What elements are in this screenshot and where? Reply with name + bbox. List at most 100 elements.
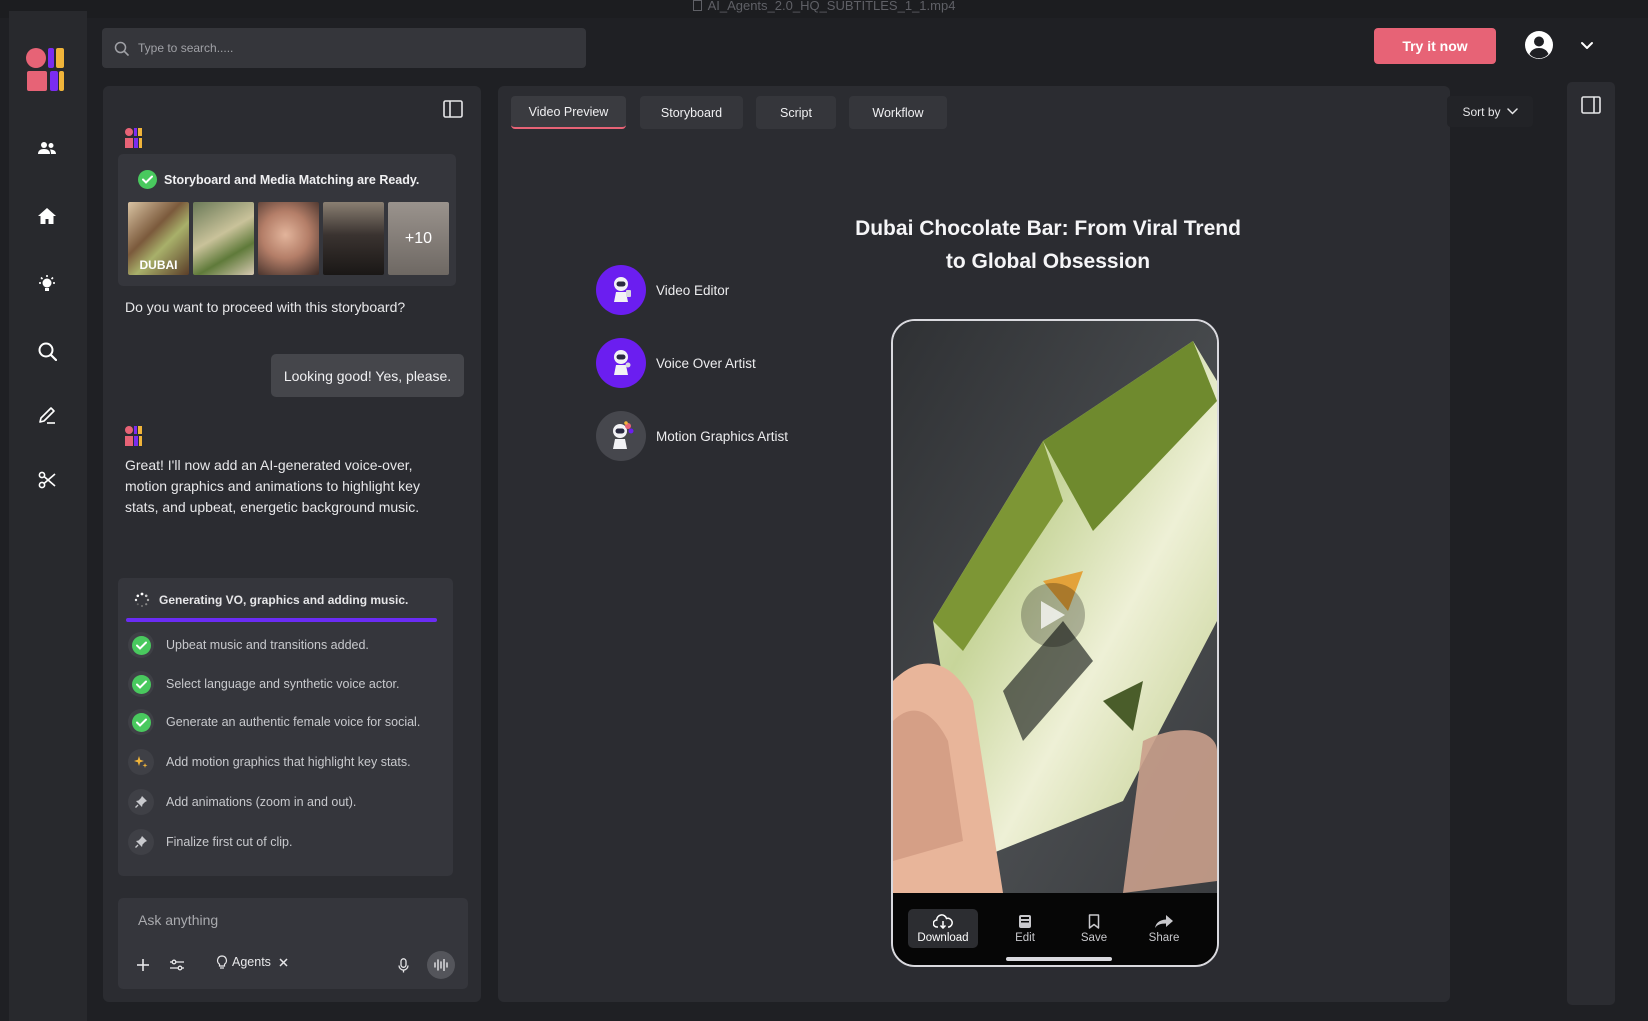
chat-panel: Storyboard and Media Matching are Ready.… [103, 86, 481, 1002]
agents-chip[interactable]: Agents [216, 955, 288, 969]
file-icon [692, 0, 702, 11]
spinner-icon [134, 592, 150, 607]
storyboard-thumbnail[interactable] [323, 202, 384, 275]
step-done-icon [128, 671, 154, 697]
agent-motion-graphics-artist[interactable]: Motion Graphics Artist [596, 411, 788, 461]
user-message: Looking good! Yes, please. [271, 354, 464, 397]
download-label: Download [917, 931, 969, 944]
sidebar-toggle-icon[interactable] [443, 100, 463, 118]
people-icon[interactable] [35, 136, 59, 160]
generation-progress-card: Generating VO, graphics and adding music… [118, 578, 453, 876]
step-label: Generate an authentic female voice for s… [166, 715, 421, 729]
pin-icon [128, 829, 154, 855]
storyboard-thumbnail-more[interactable]: +10 [388, 202, 449, 275]
sort-by-label: Sort by [1462, 104, 1501, 119]
share-button[interactable]: Share [1134, 909, 1194, 948]
tab-workflow[interactable]: Workflow [849, 96, 947, 129]
bookmark-icon [1088, 913, 1100, 929]
ready-status: Storyboard and Media Matching are Ready. [138, 170, 419, 189]
assistant-reply: Great! I'll now add an AI-generated voic… [125, 457, 420, 515]
close-icon[interactable] [279, 957, 288, 967]
storyboard-thumbnail[interactable] [193, 202, 254, 275]
pin-icon [128, 789, 154, 815]
storyboard-thumbnail[interactable] [258, 202, 319, 275]
agents-chip-label: Agents [232, 955, 271, 969]
agent-video-editor[interactable]: Video Editor [596, 265, 729, 315]
lightbulb-icon [216, 955, 228, 969]
play-icon [1041, 601, 1065, 629]
user-avatar-icon[interactable] [1524, 30, 1554, 60]
chat-input[interactable] [138, 912, 438, 928]
left-nav-rail [9, 11, 87, 1021]
tab-storyboard[interactable]: Storyboard [640, 96, 743, 129]
astronaut-avatar-icon [596, 411, 646, 461]
phone-action-bar: Download Edit Save Share [893, 893, 1217, 965]
step-label: Select language and synthetic voice acto… [166, 677, 400, 691]
share-icon [1155, 914, 1173, 928]
video-title-line: to Global Obsession [945, 250, 1151, 273]
agent-label: Video Editor [656, 282, 730, 298]
video-preview-panel: Video Preview Storyboard Script Workflow… [498, 86, 1533, 1002]
edit-icon[interactable] [35, 403, 59, 427]
edit-label: Edit [1015, 931, 1035, 944]
assistant-avatar-icon [125, 426, 142, 446]
video-title-line: Dubai Chocolate Bar: From Viral Trend [855, 217, 1241, 240]
step-label: Add animations (zoom in and out). [166, 795, 357, 809]
add-icon[interactable] [134, 956, 152, 974]
settings-sliders-icon[interactable] [168, 956, 186, 974]
waveform-icon [434, 959, 448, 971]
assistant-avatar-icon [125, 128, 142, 148]
storyboard-ready-card: Storyboard and Media Matching are Ready.… [118, 154, 456, 286]
phone-preview: Download Edit Save Share [891, 319, 1219, 967]
step-item[interactable]: Generate an authentic female voice for s… [128, 709, 420, 735]
chat-composer: Agents [118, 898, 468, 989]
save-button[interactable]: Save [1064, 909, 1124, 948]
search-icon[interactable] [35, 339, 59, 363]
step-label: Upbeat music and transitions added. [166, 638, 369, 652]
voice-mode-button[interactable] [427, 951, 455, 979]
app-logo [26, 48, 64, 91]
home-indicator [1006, 957, 1112, 961]
edit-button[interactable]: Edit [995, 909, 1055, 948]
global-search[interactable] [102, 28, 586, 68]
tab-script[interactable]: Script [756, 96, 836, 129]
agent-label: Motion Graphics Artist [656, 428, 789, 444]
search-input[interactable] [138, 41, 538, 55]
window-title: AI_Agents_2.0_HQ_SUBTITLES_1_1.mp4 [707, 0, 956, 13]
download-button[interactable]: Download [908, 909, 978, 948]
try-it-now-button[interactable]: Try it now [1374, 28, 1496, 64]
thumbnail-caption: DUBAI [139, 258, 178, 272]
step-label: Finalize first cut of clip. [166, 835, 293, 849]
storyboard-thumbnail[interactable]: DUBAI [128, 202, 189, 275]
lightbulb-icon[interactable] [35, 272, 59, 296]
sort-by-dropdown[interactable]: Sort by [1447, 96, 1533, 127]
agent-label: Voice Over Artist [656, 355, 756, 371]
save-label: Save [1080, 931, 1108, 944]
step-item[interactable]: Add motion graphics that highlight key s… [128, 749, 411, 775]
window-titlebar: AI_Agents_2.0_HQ_SUBTITLES_1_1.mp4 [0, 0, 1648, 18]
microphone-icon[interactable] [394, 956, 412, 974]
step-item[interactable]: Upbeat music and transitions added. [128, 632, 369, 658]
astronaut-avatar-icon [596, 265, 646, 315]
sparkle-icon [128, 749, 154, 775]
tab-video-preview[interactable]: Video Preview [511, 96, 626, 129]
home-icon[interactable] [35, 204, 59, 228]
check-icon [138, 170, 157, 189]
cloud-download-icon [933, 913, 953, 929]
agent-voice-over-artist[interactable]: Voice Over Artist [596, 338, 756, 388]
play-button[interactable] [1021, 583, 1085, 647]
edit-icon [1019, 914, 1031, 928]
astronaut-avatar-icon [596, 338, 646, 388]
sidebar-toggle-icon[interactable] [1581, 96, 1601, 114]
video-title: Dubai Chocolate Bar: From Viral Trend to… [798, 212, 1298, 278]
right-side-panel [1567, 82, 1615, 1005]
step-label: Add motion graphics that highlight key s… [166, 755, 411, 769]
scissors-icon[interactable] [35, 468, 59, 492]
step-done-icon [128, 632, 154, 658]
assistant-question: Do you want to proceed with this storybo… [125, 299, 406, 315]
storyboard-thumbnails: DUBAI +10 [128, 202, 449, 275]
chevron-down-icon[interactable] [1578, 36, 1596, 54]
step-item[interactable]: Select language and synthetic voice acto… [128, 671, 399, 697]
step-item[interactable]: Add animations (zoom in and out). [128, 789, 356, 815]
step-item[interactable]: Finalize first cut of clip. [128, 829, 292, 855]
